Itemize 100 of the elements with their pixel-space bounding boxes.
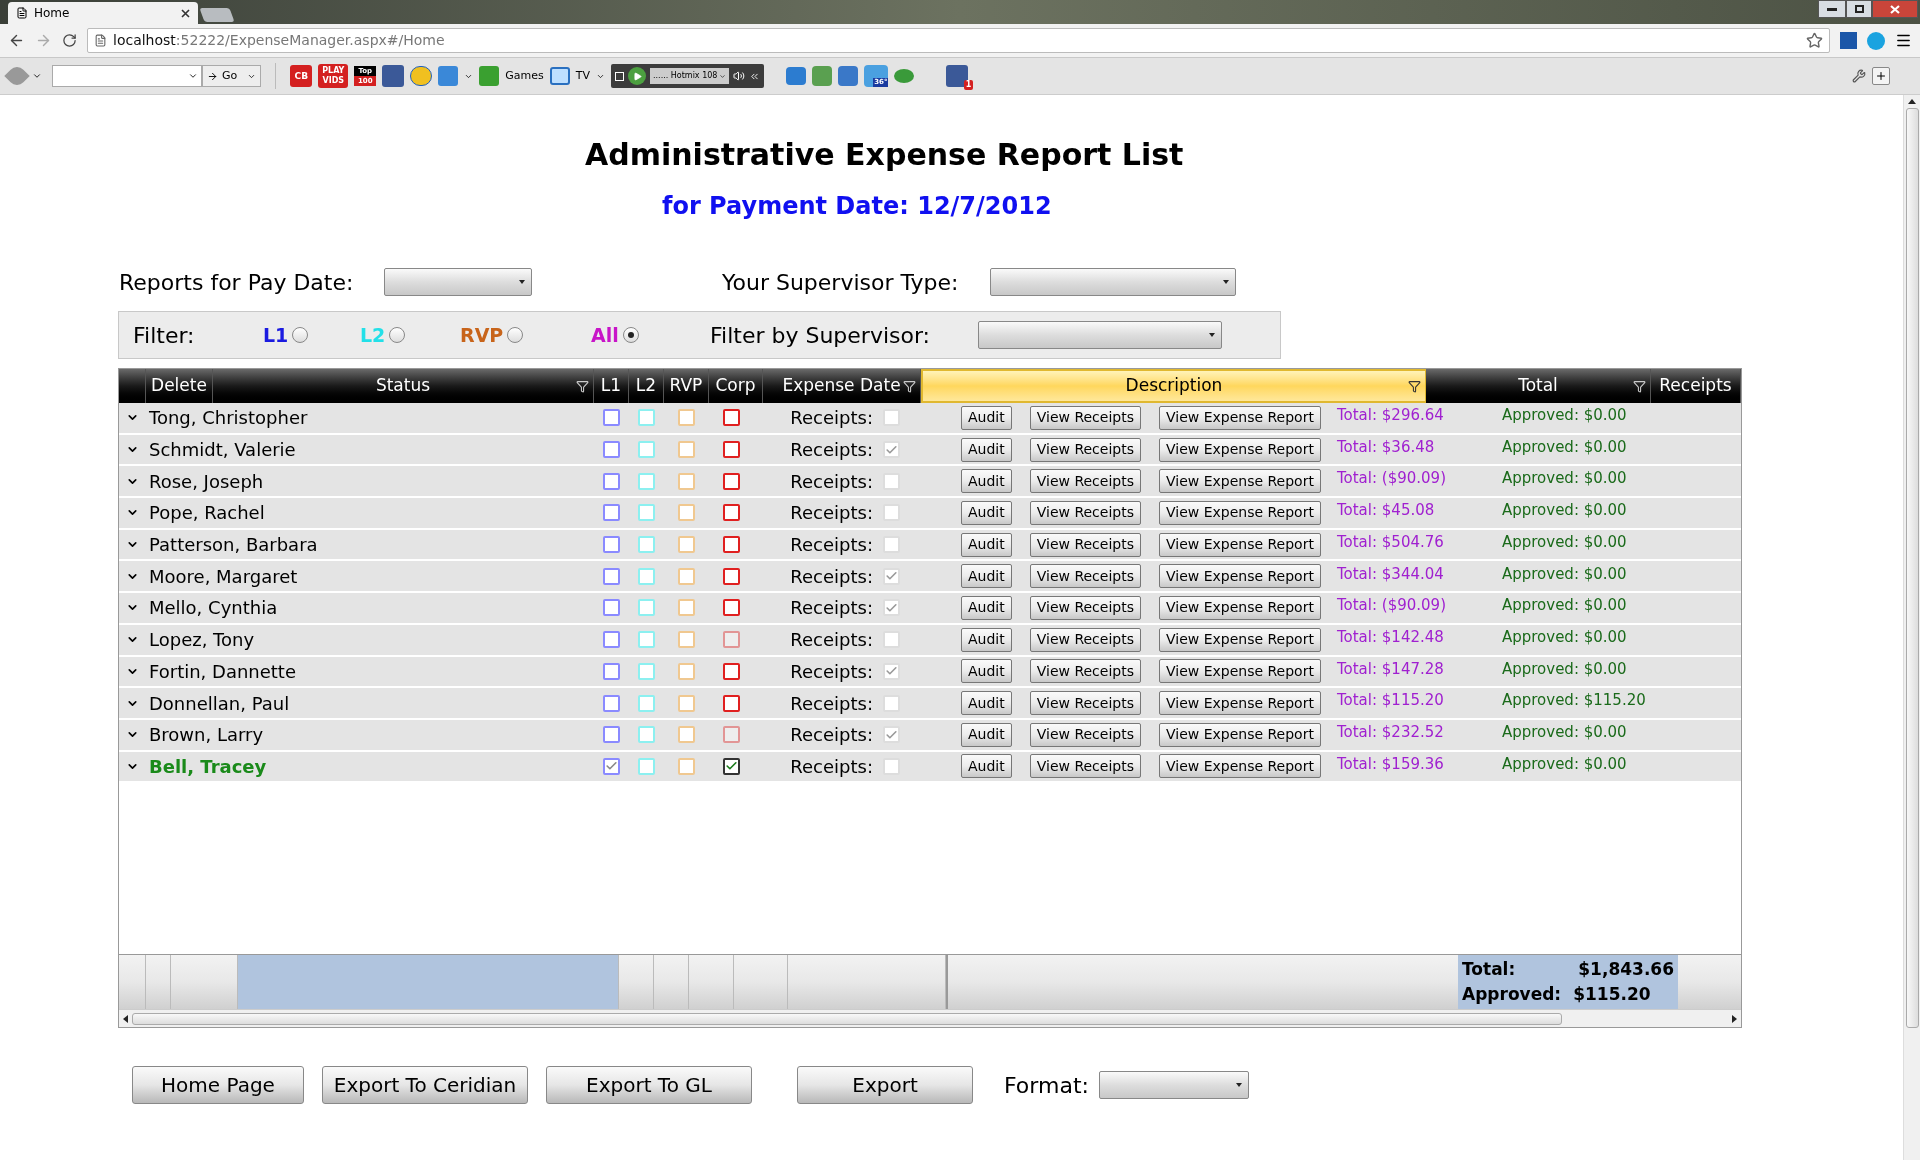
grid-row[interactable]: Donnellan, Paul Receipts: Audit View Receipts View Expense Report Total: $115.20 Approved: $115.20 bbox=[119, 688, 1741, 720]
grid-row[interactable]: Schmidt, Valerie Receipts: Audit View Receipts View Expense Report Total: $36.48 Approved: $0.00 bbox=[119, 434, 1741, 467]
rvp-checkbox[interactable] bbox=[678, 567, 695, 585]
view-expense-report-button[interactable]: View Expense Report bbox=[1159, 754, 1321, 779]
l2-checkbox[interactable] bbox=[638, 757, 655, 775]
social-app-icon[interactable] bbox=[382, 65, 405, 87]
supervisor-dropdown[interactable] bbox=[978, 321, 1222, 349]
address-field[interactable]: localhost:52222/ExpenseManager.aspx#/Home bbox=[87, 28, 1830, 53]
video-app-icon[interactable]: PLAY VIDS bbox=[318, 64, 349, 88]
menu-icon[interactable] bbox=[1895, 32, 1912, 49]
view-expense-report-button[interactable]: View Expense Report bbox=[1159, 627, 1321, 652]
rvp-checkbox[interactable] bbox=[678, 726, 695, 744]
rvp-checkbox[interactable] bbox=[678, 409, 695, 427]
view-receipts-button[interactable]: View Receipts bbox=[1029, 437, 1141, 462]
audit-button[interactable]: Audit bbox=[961, 500, 1012, 525]
view-receipts-button[interactable]: View Receipts bbox=[1029, 691, 1141, 716]
letters-app-icon[interactable]: CB bbox=[290, 65, 313, 87]
view-receipts-button[interactable]: View Receipts bbox=[1029, 405, 1141, 430]
corp-checkbox[interactable] bbox=[722, 472, 740, 490]
rvp-checkbox[interactable] bbox=[678, 662, 695, 680]
horizontal-scrollbar[interactable] bbox=[119, 1009, 1741, 1027]
l1-checkbox[interactable] bbox=[603, 472, 620, 490]
corp-checkbox[interactable] bbox=[722, 441, 740, 459]
view-receipts-button[interactable]: View Receipts bbox=[1029, 469, 1141, 494]
rvp-checkbox[interactable] bbox=[678, 536, 695, 554]
toolbar-search-field[interactable] bbox=[52, 65, 202, 87]
popout-icon[interactable] bbox=[615, 71, 624, 81]
audit-button[interactable]: Audit bbox=[961, 754, 1012, 779]
l1-checkbox[interactable] bbox=[603, 757, 620, 775]
l1-checkbox[interactable] bbox=[603, 662, 620, 680]
games-label[interactable]: Games bbox=[505, 67, 544, 85]
filter-radio[interactable]: All bbox=[591, 320, 691, 350]
l2-checkbox[interactable] bbox=[638, 536, 655, 554]
receipts-checkbox[interactable] bbox=[882, 504, 900, 522]
l2-checkbox[interactable] bbox=[638, 472, 655, 490]
grid-row[interactable]: Rose, Joseph Receipts: Audit View Receipts View Expense Report Total: ($90.09) Approved: $0.00 bbox=[119, 466, 1741, 499]
rvp-checkbox[interactable] bbox=[678, 441, 695, 459]
view-expense-report-button[interactable]: View Expense Report bbox=[1159, 595, 1321, 620]
view-receipts-button[interactable]: View Receipts bbox=[1029, 564, 1141, 589]
station-dropdown[interactable]: ...... Hotmix 108 bbox=[650, 68, 730, 84]
view-expense-report-button[interactable]: View Expense Report bbox=[1159, 437, 1321, 462]
bookmark-star-icon[interactable] bbox=[1806, 32, 1823, 49]
view-expense-report-button[interactable]: View Expense Report bbox=[1159, 405, 1321, 430]
l2-checkbox[interactable] bbox=[638, 694, 655, 712]
back-icon[interactable] bbox=[8, 32, 25, 49]
view-receipts-button[interactable]: View Receipts bbox=[1029, 722, 1141, 747]
add-button[interactable] bbox=[1872, 67, 1890, 85]
view-expense-report-button[interactable]: View Expense Report bbox=[1159, 722, 1321, 747]
l1-checkbox[interactable] bbox=[603, 536, 620, 554]
audit-button[interactable]: Audit bbox=[961, 405, 1012, 430]
receipts-checkbox[interactable] bbox=[882, 536, 900, 554]
audit-button[interactable]: Audit bbox=[961, 564, 1012, 589]
browser-tab[interactable]: Home bbox=[8, 2, 198, 24]
corp-checkbox[interactable] bbox=[722, 409, 740, 427]
rvp-checkbox[interactable] bbox=[678, 694, 695, 712]
grid-row[interactable]: Fortin, Dannette Receipts: Audit View Receipts View Expense Report Total: $147.28 Approved: $0.00 bbox=[119, 656, 1741, 689]
export-gl-button[interactable]: Export To GL bbox=[546, 1066, 752, 1104]
view-expense-report-button[interactable]: View Expense Report bbox=[1159, 469, 1321, 494]
receipts-checkbox[interactable] bbox=[882, 472, 900, 490]
corp-checkbox[interactable] bbox=[722, 504, 740, 522]
corp-checkbox[interactable] bbox=[722, 599, 740, 617]
grid-row[interactable]: Moore, Margaret Receipts: Audit View Receipts View Expense Report Total: $344.04 Approved: $0.00 bbox=[119, 561, 1741, 594]
caret-icon[interactable] bbox=[32, 71, 42, 81]
audit-button[interactable]: Audit bbox=[961, 469, 1012, 494]
close-button[interactable] bbox=[1872, 0, 1918, 18]
rvp-checkbox[interactable] bbox=[678, 631, 695, 649]
l2-checkbox[interactable] bbox=[638, 409, 655, 427]
l2-checkbox[interactable] bbox=[638, 567, 655, 585]
volume-icon[interactable] bbox=[733, 70, 746, 82]
export-ceridian-button[interactable]: Export To Ceridian bbox=[322, 1066, 528, 1104]
audit-button[interactable]: Audit bbox=[961, 437, 1012, 462]
view-expense-report-button[interactable]: View Expense Report bbox=[1159, 691, 1321, 716]
l1-checkbox[interactable] bbox=[603, 599, 620, 617]
l1-checkbox[interactable] bbox=[603, 567, 620, 585]
minimize-button[interactable] bbox=[1818, 0, 1846, 18]
pay-date-dropdown[interactable] bbox=[384, 268, 532, 296]
wrench-icon[interactable] bbox=[1852, 69, 1866, 83]
view-expense-report-button[interactable]: View Expense Report bbox=[1159, 532, 1321, 557]
go-button[interactable]: Go bbox=[202, 65, 262, 87]
close-icon[interactable] bbox=[180, 8, 190, 18]
l1-checkbox[interactable] bbox=[603, 631, 620, 649]
view-receipts-button[interactable]: View Receipts bbox=[1029, 659, 1141, 684]
l2-checkbox[interactable] bbox=[638, 504, 655, 522]
format-dropdown[interactable] bbox=[1098, 1071, 1249, 1099]
grid-row[interactable]: Bell, Tracey Receipts: Audit View Receipts View Expense Report Total: $159.36 Approved: $0.00 bbox=[119, 751, 1741, 784]
forward-icon[interactable] bbox=[35, 32, 52, 49]
scrollbar-thumb[interactable] bbox=[132, 1012, 1562, 1025]
grid-row[interactable]: Brown, Larry Receipts: Audit View Receipts View Expense Report Total: $232.52 Approved: $0.00 bbox=[119, 719, 1741, 752]
view-receipts-button[interactable]: View Receipts bbox=[1029, 627, 1141, 652]
grid-row[interactable]: Patterson, Barbara Receipts: Audit View Receipts View Expense Report Total: $504.76 Approved: $0.00 bbox=[119, 529, 1741, 562]
receipts-checkbox[interactable] bbox=[882, 409, 900, 427]
view-receipts-button[interactable]: View Receipts bbox=[1029, 595, 1141, 620]
scrollbar-thumb[interactable] bbox=[1905, 108, 1919, 1028]
grid-row[interactable]: Tong, Christopher Receipts: Audit View Receipts View Expense Report Total: $296.64 Approved: $0.00 bbox=[119, 403, 1741, 435]
l1-checkbox[interactable] bbox=[603, 504, 620, 522]
vertical-scrollbar[interactable] bbox=[1903, 95, 1920, 1160]
l1-checkbox[interactable] bbox=[603, 441, 620, 459]
rvp-checkbox[interactable] bbox=[678, 599, 695, 617]
audit-button[interactable]: Audit bbox=[961, 532, 1012, 557]
receipts-checkbox[interactable] bbox=[882, 694, 900, 712]
